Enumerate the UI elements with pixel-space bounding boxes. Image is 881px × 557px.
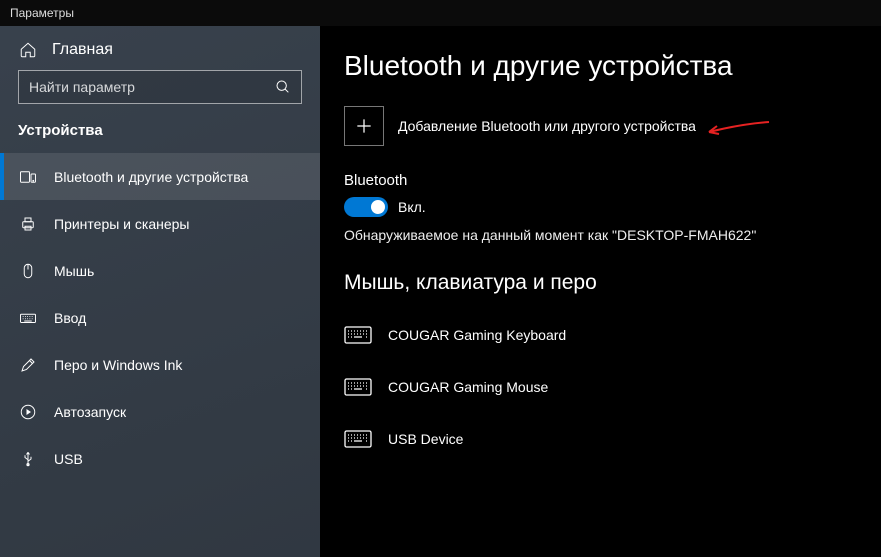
device-category-heading: Мышь, клавиатура и перо xyxy=(344,271,881,295)
plus-icon xyxy=(344,106,384,146)
toggle-knob xyxy=(371,200,385,214)
sidebar: Главная Устройства Bluetooth и другие ус… xyxy=(0,26,320,557)
sidebar-item-label: Ввод xyxy=(54,310,86,326)
nav-list: Bluetooth и другие устройства Принтеры и… xyxy=(0,153,320,482)
home-label: Главная xyxy=(52,41,113,59)
add-device-button[interactable]: Добавление Bluetooth или другого устройс… xyxy=(344,106,881,146)
sidebar-item-label: USB xyxy=(54,451,83,467)
autoplay-icon xyxy=(18,402,38,422)
sidebar-item-usb[interactable]: USB xyxy=(0,435,320,482)
sidebar-item-label: Принтеры и сканеры xyxy=(54,216,189,232)
bluetooth-heading: Bluetooth xyxy=(344,172,881,189)
keyboard-icon xyxy=(344,376,372,398)
printer-icon xyxy=(18,214,38,234)
mouse-icon xyxy=(18,261,38,281)
keyboard-icon xyxy=(18,308,38,328)
device-item[interactable]: COUGAR Gaming Keyboard xyxy=(344,309,881,361)
device-item[interactable]: USB Device xyxy=(344,413,881,465)
page-title: Bluetooth и другие устройства xyxy=(344,50,881,82)
keyboard-icon xyxy=(344,428,372,450)
sidebar-item-bluetooth[interactable]: Bluetooth и другие устройства xyxy=(0,153,320,200)
device-name: COUGAR Gaming Mouse xyxy=(388,379,548,395)
home-icon xyxy=(18,40,38,60)
app-title: Параметры xyxy=(10,6,74,20)
sidebar-item-label: Перо и Windows Ink xyxy=(54,357,182,373)
titlebar: Параметры xyxy=(0,0,881,26)
toggle-state-label: Вкл. xyxy=(398,199,426,215)
search-icon xyxy=(275,79,291,95)
sidebar-item-label: Мышь xyxy=(54,263,94,279)
section-title: Устройства xyxy=(0,118,320,153)
device-name: COUGAR Gaming Keyboard xyxy=(388,327,566,343)
device-name: USB Device xyxy=(388,431,463,447)
main-content: Bluetooth и другие устройства Добавление… xyxy=(320,26,881,557)
sidebar-item-mouse[interactable]: Мышь xyxy=(0,247,320,294)
discoverable-text: Обнаруживаемое на данный момент как "DES… xyxy=(344,227,881,243)
usb-icon xyxy=(18,449,38,469)
sidebar-item-label: Автозапуск xyxy=(54,404,126,420)
bluetooth-toggle[interactable] xyxy=(344,197,388,217)
sidebar-item-autoplay[interactable]: Автозапуск xyxy=(0,388,320,435)
home-nav[interactable]: Главная xyxy=(0,26,320,70)
device-item[interactable]: COUGAR Gaming Mouse xyxy=(344,361,881,413)
devices-icon xyxy=(18,167,38,187)
sidebar-item-typing[interactable]: Ввод xyxy=(0,294,320,341)
sidebar-item-pen[interactable]: Перо и Windows Ink xyxy=(0,341,320,388)
sidebar-item-label: Bluetooth и другие устройства xyxy=(54,169,248,185)
pen-icon xyxy=(18,355,38,375)
add-device-label: Добавление Bluetooth или другого устройс… xyxy=(398,118,696,134)
sidebar-item-printers[interactable]: Принтеры и сканеры xyxy=(0,200,320,247)
search-input[interactable] xyxy=(29,79,275,95)
keyboard-icon xyxy=(344,324,372,346)
search-box[interactable] xyxy=(18,70,302,104)
